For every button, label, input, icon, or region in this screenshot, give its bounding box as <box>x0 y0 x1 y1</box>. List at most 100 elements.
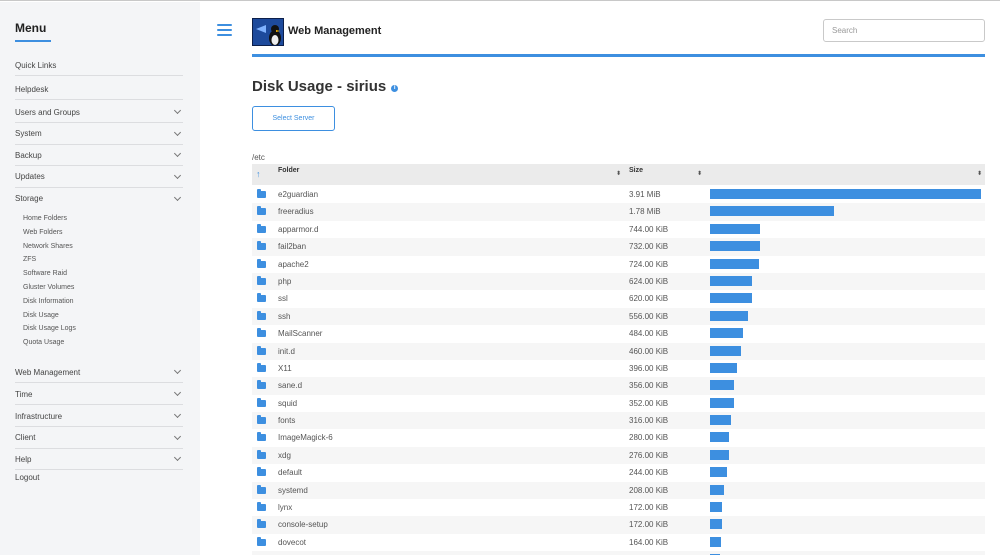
sidebar-item-system[interactable]: System <box>15 124 183 145</box>
table-row[interactable]: systemd 208.00 KiB <box>252 481 985 500</box>
folder-name[interactable]: ssl <box>278 294 288 303</box>
folder-name[interactable]: X11 <box>278 364 292 373</box>
table-row[interactable]: sane.d 356.00 KiB <box>252 377 985 395</box>
sidebar-subitem-software-raid[interactable]: Software Raid <box>23 268 67 280</box>
sort-up-arrow-icon[interactable]: ↑ <box>256 169 261 179</box>
sidebar-subitem-zfs[interactable]: ZFS <box>23 254 36 266</box>
folder-name[interactable]: console-setup <box>278 520 328 529</box>
table-row[interactable]: console-setup 172.00 KiB <box>252 516 985 534</box>
sidebar-subitem-disk-information[interactable]: Disk Information <box>23 296 74 308</box>
folder-size: 744.00 KiB <box>629 224 669 234</box>
table-header: ↑ Folder ⬍ Size ⬍ ⬍ <box>252 164 985 185</box>
folder-icon <box>257 258 266 268</box>
folder-name[interactable]: fail2ban <box>278 242 306 251</box>
sidebar-item-label: Infrastructure <box>15 411 63 421</box>
table-row[interactable]: freeradius 1.78 MiB <box>252 203 985 221</box>
folder-size: 276.00 KiB <box>629 450 669 460</box>
table-row[interactable]: e2guardian 3.91 MiB <box>252 186 985 203</box>
folder-name[interactable]: default <box>278 468 302 477</box>
table-row[interactable]: apparmor.d 744.00 KiB <box>252 221 985 238</box>
sidebar-item-time[interactable]: Time <box>15 384 183 405</box>
sidebar-subitem-disk-usage-logs[interactable]: Disk Usage Logs <box>23 323 76 335</box>
folder-name[interactable]: php <box>278 277 291 286</box>
table-row[interactable]: ssl 620.00 KiB <box>252 290 985 307</box>
folder-icon <box>257 536 266 546</box>
sidebar-item-web-management[interactable]: Web Management <box>15 362 183 383</box>
sidebar-item-backup[interactable]: Backup <box>15 145 183 166</box>
usage-bar <box>710 189 981 199</box>
folder-name[interactable]: freeradius <box>278 207 314 216</box>
usage-bar <box>710 362 737 373</box>
folder-name[interactable]: apparmor.d <box>278 225 318 234</box>
sidebar-item-logout[interactable]: Logout <box>15 467 183 488</box>
table-row[interactable]: default 244.00 KiB <box>252 464 985 481</box>
folder-icon <box>257 484 266 494</box>
sidebar-item-label: Updates <box>15 172 45 181</box>
sidebar-item-updates[interactable]: Updates <box>15 167 183 188</box>
table-row[interactable]: ImageMagick-6 280.00 KiB <box>252 429 985 446</box>
folder-name[interactable]: fonts <box>278 416 295 425</box>
usage-bar <box>710 449 729 460</box>
table-row[interactable]: X11 396.00 KiB <box>252 360 985 377</box>
folder-size: 624.00 KiB <box>629 276 669 286</box>
folder-name[interactable]: apache2 <box>278 260 309 269</box>
page-title-text: Disk Usage - sirius <box>252 78 387 95</box>
sidebar-item-helpdesk[interactable]: Helpdesk <box>15 79 183 100</box>
folder-name[interactable]: init.d <box>278 347 295 356</box>
table-row[interactable]: ssh 556.00 KiB <box>252 307 985 326</box>
search-input[interactable] <box>823 19 985 42</box>
sidebar-item-client[interactable]: Client <box>15 428 183 449</box>
sort-usage-icon[interactable]: ⬍ <box>977 170 982 177</box>
folder-size: 556.00 KiB <box>629 311 669 321</box>
sidebar-item-quick-links[interactable]: Quick Links <box>15 55 183 76</box>
table-row[interactable]: fail2ban 732.00 KiB <box>252 238 985 256</box>
folder-name[interactable]: lynx <box>278 503 292 512</box>
table-row[interactable]: fonts 316.00 KiB <box>252 412 985 430</box>
sort-folder-icon[interactable]: ⬍ <box>616 170 621 177</box>
sidebar-item-users-and-groups[interactable]: Users and Groups <box>15 102 183 123</box>
folder-name[interactable]: ImageMagick-6 <box>278 433 333 442</box>
folder-size: 316.00 KiB <box>629 416 669 426</box>
usage-bar <box>710 275 752 286</box>
info-icon[interactable]: i <box>391 84 399 92</box>
sidebar: Menu Quick Links Helpdesk Users and Groups… <box>0 2 200 555</box>
sidebar-item-infrastructure[interactable]: Infrastructure <box>15 406 183 427</box>
folder-icon <box>257 293 266 303</box>
menu-underline <box>15 40 51 42</box>
usage-bar <box>710 293 752 304</box>
folder-name[interactable]: ssh <box>278 312 290 321</box>
folder-name[interactable]: e2guardian <box>278 190 318 199</box>
select-server-button[interactable]: Select Server <box>252 106 335 131</box>
usage-bar <box>710 432 729 443</box>
column-header-size[interactable]: Size <box>629 167 643 174</box>
folder-name[interactable]: systemd <box>278 486 308 495</box>
sidebar-subitem-quota-usage[interactable]: Quota Usage <box>23 337 64 349</box>
table-row[interactable]: php 624.00 KiB <box>252 272 985 291</box>
sidebar-subitem-web-folders[interactable]: Web Folders <box>23 227 63 239</box>
table-row[interactable]: dovecot 164.00 KiB <box>252 534 985 551</box>
table-row[interactable] <box>252 551 985 555</box>
folder-name[interactable]: dovecot <box>278 538 306 547</box>
sidebar-subitem-gluster-volumes[interactable]: Gluster Volumes <box>23 282 74 294</box>
table-row[interactable]: init.d 460.00 KiB <box>252 342 985 360</box>
hamburger-menu-icon[interactable] <box>217 24 232 37</box>
folder-icon <box>257 345 266 355</box>
folder-icon <box>257 328 266 338</box>
sidebar-subitem-disk-usage[interactable]: Disk Usage <box>23 310 59 322</box>
table-row[interactable]: squid 352.00 KiB <box>252 395 985 412</box>
folder-name[interactable]: MailScanner <box>278 329 322 338</box>
sidebar-item-storage[interactable]: Storage <box>15 188 183 209</box>
table-row[interactable]: apache2 724.00 KiB <box>252 256 985 273</box>
table-row[interactable]: MailScanner 484.00 KiB <box>252 325 985 342</box>
folder-name[interactable]: xdg <box>278 451 291 460</box>
sidebar-subitem-home-folders[interactable]: Home Folders <box>23 213 67 225</box>
sort-size-icon[interactable]: ⬍ <box>697 170 702 177</box>
folder-name[interactable]: sane.d <box>278 381 302 390</box>
column-header-folder[interactable]: Folder <box>278 167 299 174</box>
table-row[interactable]: xdg 276.00 KiB <box>252 446 985 465</box>
sidebar-subitem-network-shares[interactable]: Network Shares <box>23 241 73 253</box>
chevron-down-icon <box>173 106 182 115</box>
folder-name[interactable]: squid <box>278 399 297 408</box>
header-divider <box>252 54 985 57</box>
table-row[interactable]: lynx 172.00 KiB <box>252 499 985 516</box>
